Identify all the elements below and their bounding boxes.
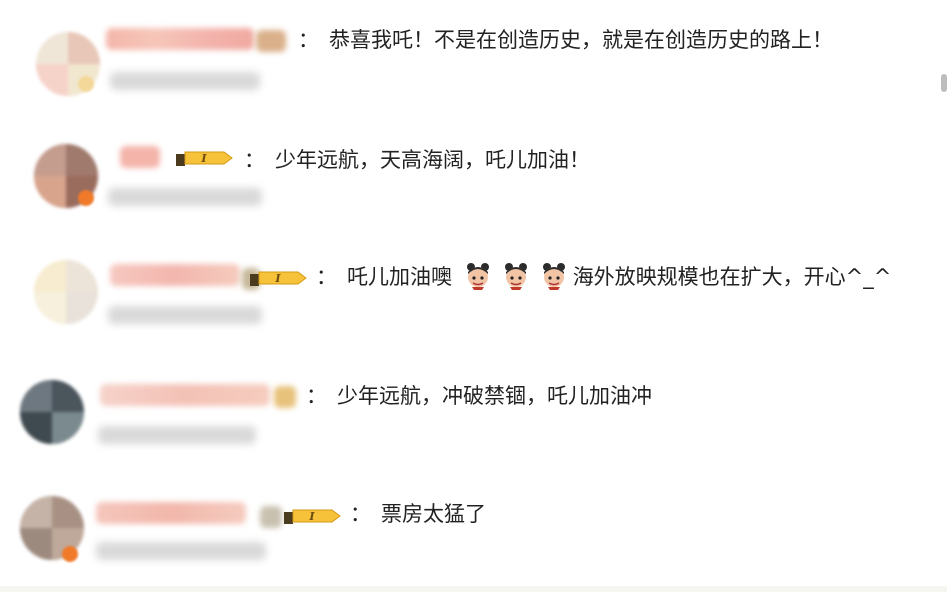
nezha-emoji-icon (466, 263, 489, 290)
level-badge-icon: I (176, 151, 233, 166)
comment-text: 票房太猛了 (381, 502, 486, 526)
scrollbar[interactable] (941, 74, 947, 92)
nezha-emoji-icon (542, 263, 565, 290)
level-badge-text: I (308, 510, 315, 523)
username-blurred[interactable] (106, 28, 254, 50)
nezha-emoji-icon (504, 263, 527, 290)
comment-row: ： 少年远航，冲破禁锢，吒儿加油冲 (0, 370, 947, 470)
username-blurred[interactable] (110, 264, 240, 286)
meta-info-blurred (108, 306, 262, 324)
comment-row: I ： 吒儿加油噢 海外放映规模也在扩大，开心^_^ (0, 250, 947, 350)
level-badge-text: I (274, 272, 281, 285)
comment-row: I ： 票房太猛了 (0, 490, 947, 590)
separator: ： (298, 28, 319, 52)
bottom-divider (0, 586, 947, 592)
username-blurred[interactable] (120, 146, 160, 168)
separator: ： (244, 148, 265, 172)
verified-icon (78, 190, 94, 206)
comment-text-row: ： 少年远航，天高海阔，吒儿加油！ (244, 146, 590, 174)
user-badge-blurred (256, 30, 286, 52)
username-blurred[interactable] (96, 502, 246, 524)
meta-info-blurred (98, 426, 256, 444)
level-badge-text: I (200, 152, 207, 165)
comment-text-row: ： 票房太猛了 (350, 500, 486, 528)
level-badge-icon: I (284, 509, 341, 524)
meta-info-blurred (96, 542, 266, 560)
comment-text: 少年远航，冲破禁锢，吒儿加油冲 (337, 384, 652, 408)
meta-info-blurred (110, 72, 260, 90)
avatar[interactable] (34, 260, 98, 324)
comment-row: I ： 少年远航，天高海阔，吒儿加油！ (0, 130, 947, 230)
comment-text-row: ：吒儿加油噢 海外放映规模也在扩大，开心^_^ (316, 262, 891, 291)
username-blurred[interactable] (100, 384, 270, 406)
comment-text-row: ： 恭喜我吒！不是在创造历史，就是在创造历史的路上！ (298, 26, 833, 54)
avatar[interactable] (20, 380, 84, 444)
separator: ： (316, 265, 337, 289)
meta-info-blurred (108, 188, 262, 206)
comment-text: 恭喜我吒！不是在创造历史，就是在创造历史的路上！ (329, 28, 833, 52)
comment-list: ： 恭喜我吒！不是在创造历史，就是在创造历史的路上！ I ： 少年远航，天高海阔，吒… (0, 0, 947, 592)
comment-text-continued: 海外放映规模也在扩大，开心^_^ (572, 265, 892, 289)
verified-icon (78, 76, 94, 92)
comment-text: 吒儿加油噢 (347, 265, 452, 289)
user-badge-blurred (274, 386, 296, 408)
separator: ： (306, 384, 327, 408)
user-badge-blurred (260, 506, 282, 528)
comment-text-row: ： 少年远航，冲破禁锢，吒儿加油冲 (306, 382, 652, 410)
comment-row: ： 恭喜我吒！不是在创造历史，就是在创造历史的路上！ (0, 10, 947, 110)
comment-text: 少年远航，天高海阔，吒儿加油！ (275, 148, 590, 172)
level-badge-icon: I (250, 271, 307, 286)
verified-icon (62, 546, 78, 562)
separator: ： (350, 502, 371, 526)
